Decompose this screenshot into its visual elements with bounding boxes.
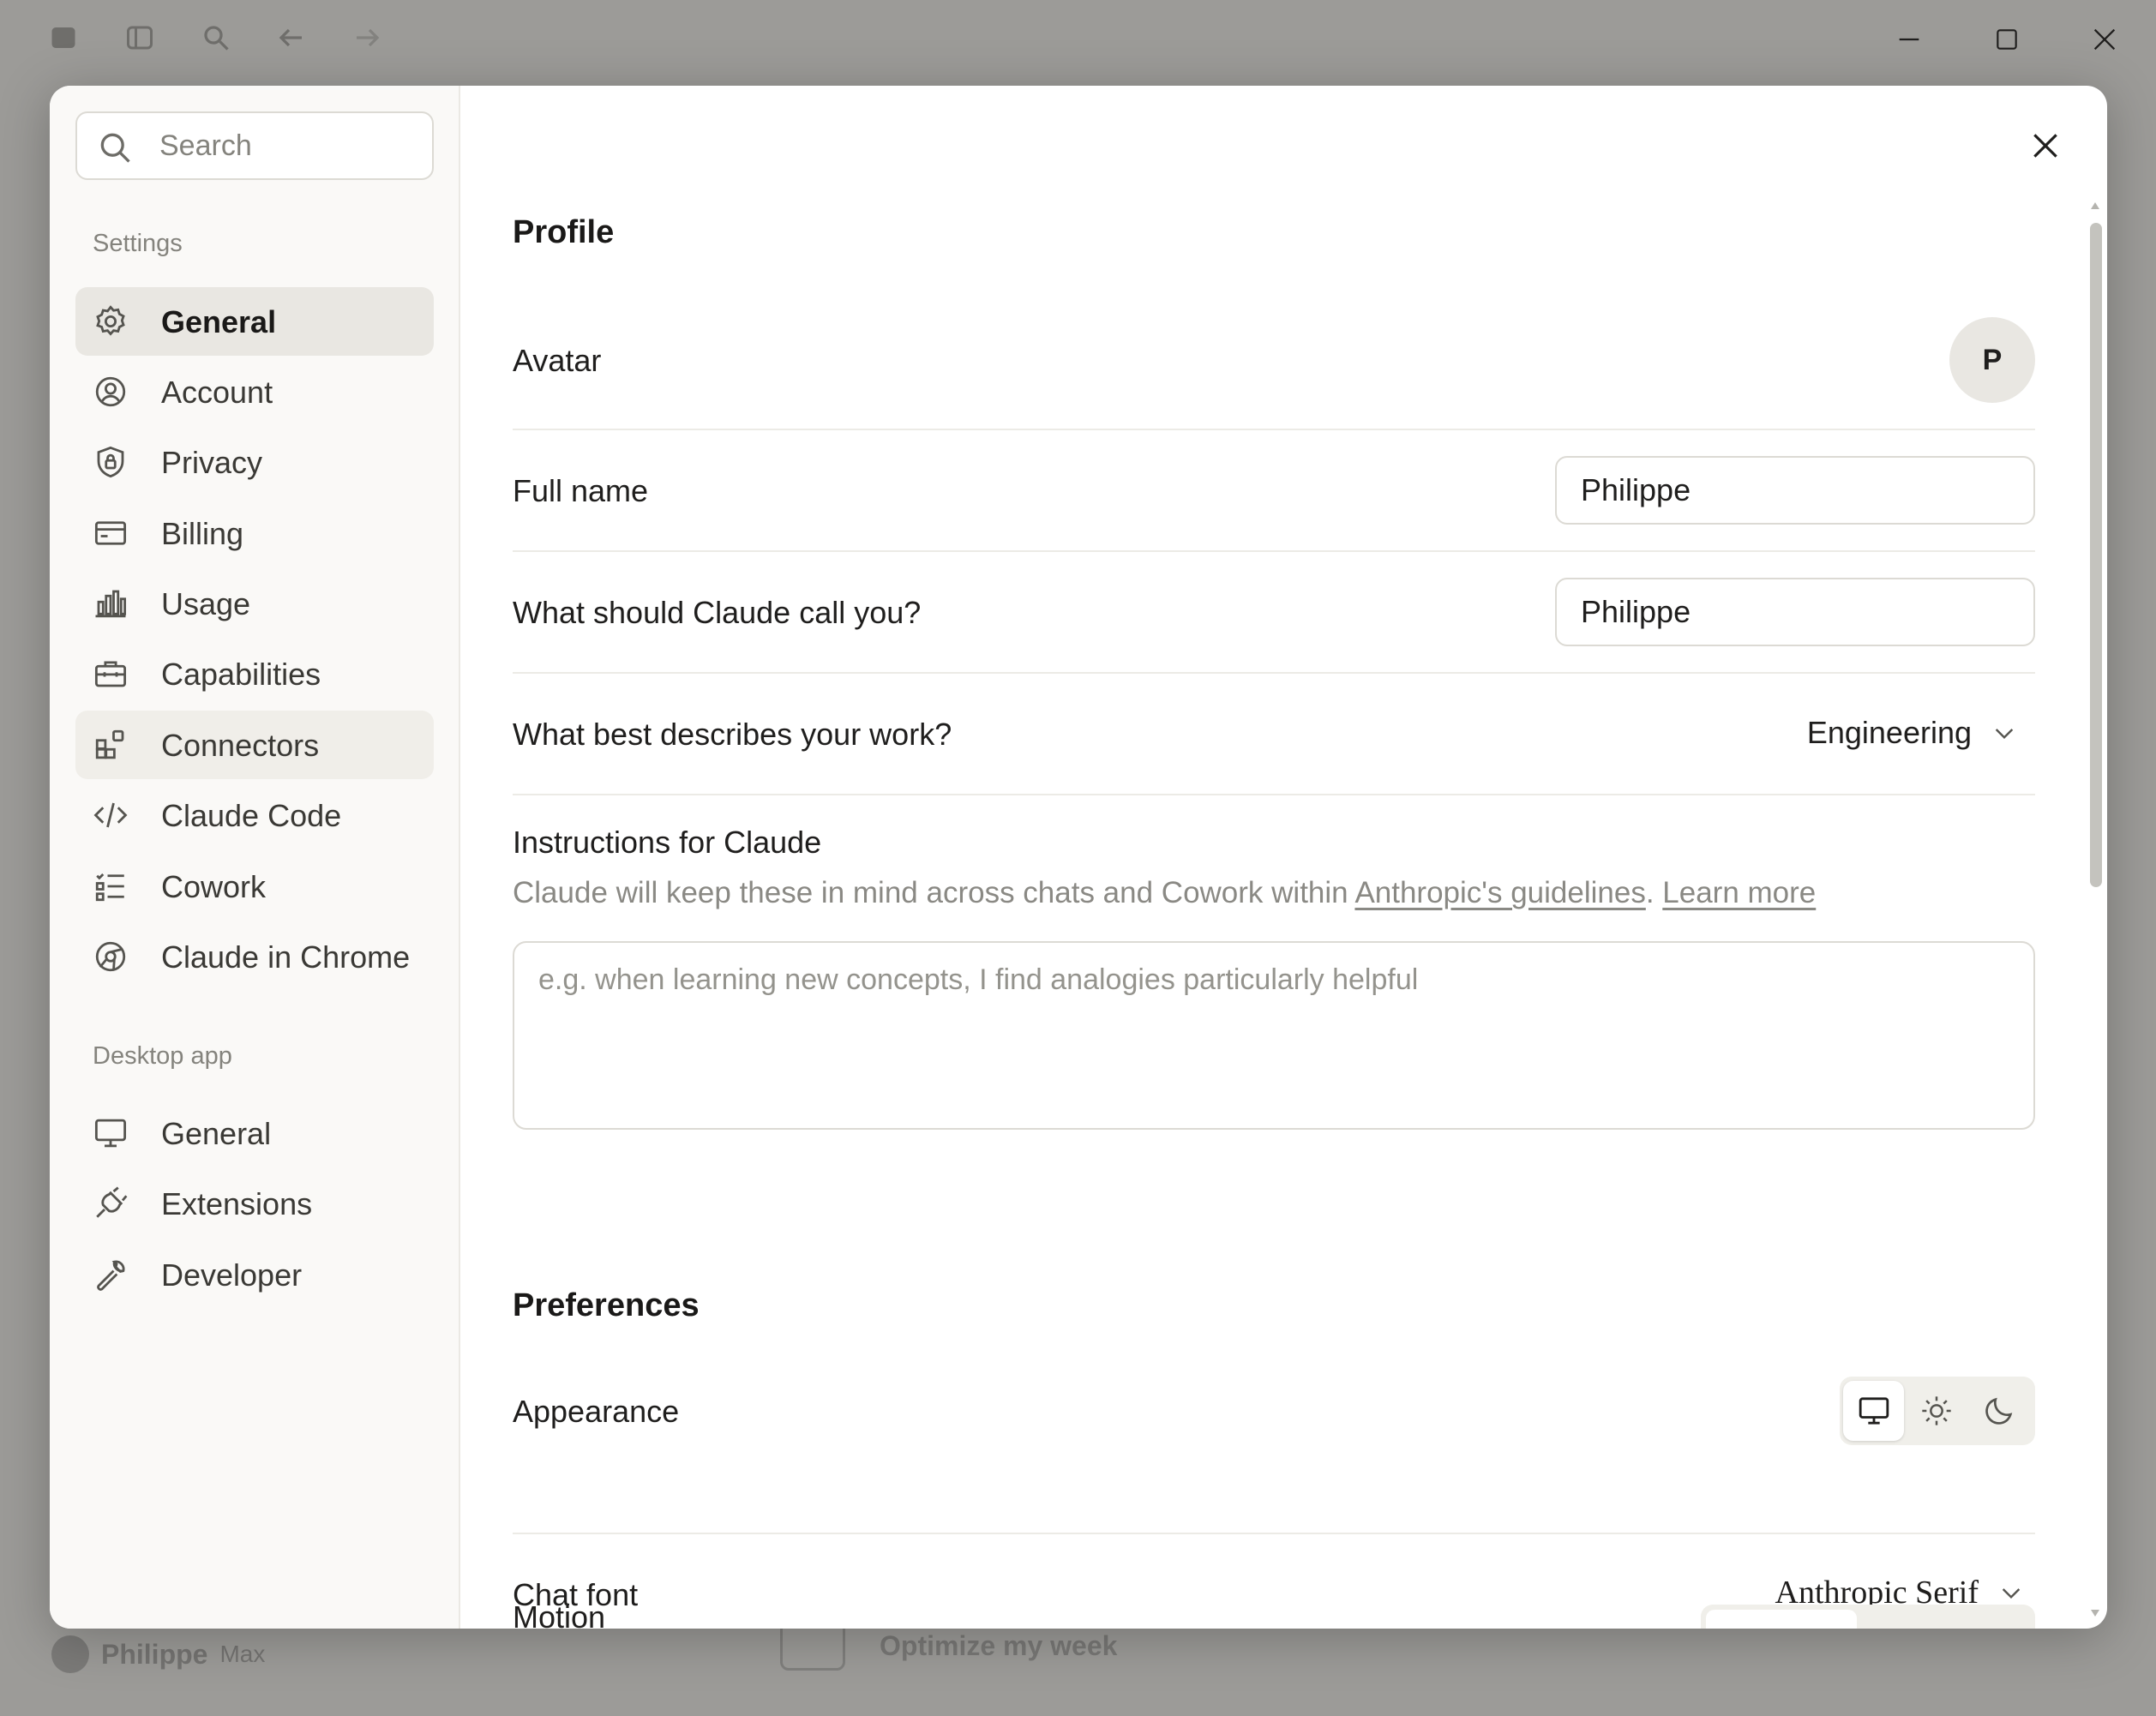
full-name-label: Full name [513,473,649,508]
sidebar-item-label: General [161,1116,272,1151]
appearance-label: Appearance [513,1394,680,1429]
sidebar-item-usage[interactable]: Usage [75,569,434,638]
instructions-desc-text: Claude will keep these in mind across ch… [513,876,1355,909]
desktop-app-section-label: Desktop app [93,1042,232,1070]
scroll-up-arrow-icon[interactable] [2090,201,2100,211]
profile-heading: Profile [513,214,615,250]
work-select-value: Engineering [1806,715,1972,750]
system-monitor-icon [1859,1397,1889,1425]
appearance-dark-option[interactable] [1969,1381,2030,1441]
sidebar-item-connectors[interactable]: Connectors [75,711,434,779]
guidelines-link[interactable]: Anthropic's guidelines [1354,876,1645,909]
call-you-label: What should Claude call you? [513,595,922,630]
checklist-icon [93,868,129,904]
motion-selected-option[interactable] [1706,1610,1857,1629]
desc-separator: . [1645,876,1663,909]
full-name-row: Full name [513,430,2035,552]
call-you-row: What should Claude call you? [513,552,2035,674]
maximize-button[interactable] [1981,19,2033,60]
modal-close-button[interactable] [2021,122,2069,170]
close-icon [2033,134,2057,158]
sidebar-item-label: Connectors [161,728,320,763]
avatar-label: Avatar [513,343,602,378]
sidebar-item-label: Billing [161,516,244,551]
minimize-button[interactable] [1883,19,1935,60]
appearance-toggle-group [1840,1377,2035,1445]
settings-modal: Settings General Account Privacy Billing [50,86,2107,1629]
sidebar-item-label: Developer [161,1257,303,1293]
sidebar-item-label: General [161,304,277,339]
sidebar-item-account[interactable]: Account [75,357,434,426]
shield-lock-icon [93,444,129,480]
sidebar-item-label: Claude Code [161,798,342,833]
call-you-field[interactable] [1555,578,2035,646]
sidebar-item-capabilities[interactable]: Capabilities [75,639,434,708]
gear-icon [93,303,129,339]
monitor-icon [93,1115,129,1151]
sidebar-item-privacy[interactable]: Privacy [75,428,434,496]
user-circle-icon [93,374,129,410]
window-close-button[interactable] [2079,19,2130,60]
bar-chart-icon [93,585,129,621]
appearance-system-option[interactable] [1843,1381,1905,1441]
chevron-down-icon [2002,1588,2021,1599]
scrollbar-thumb[interactable] [2090,223,2102,887]
sidebar-item-developer[interactable]: Developer [75,1240,434,1309]
sidebar-item-label: Extensions [161,1186,313,1221]
sidebar-item-label: Privacy [161,445,263,480]
sidebar-item-general[interactable]: General [75,287,434,356]
sidebar-item-label: Account [161,375,273,410]
briefcase-icon [93,656,129,692]
sidebar-item-desktop-general[interactable]: General [75,1099,434,1167]
sidebar-item-claude-in-chrome[interactable]: Claude in Chrome [75,922,434,991]
avatar-initial: P [1982,343,2003,376]
scroll-down-arrow-icon[interactable] [2090,1608,2100,1618]
instructions-description: Claude will keep these in mind across ch… [513,876,1816,910]
credit-card-icon [93,515,129,551]
search-box[interactable] [75,111,434,180]
code-icon [93,797,129,833]
sidebar-item-label: Usage [161,586,251,621]
learn-more-link[interactable]: Learn more [1662,876,1816,909]
chevron-down-icon [1995,729,2014,740]
full-name-field[interactable] [1555,456,2035,525]
settings-content: Profile Avatar P Full name What should C… [461,86,2107,1629]
settings-sidebar: Settings General Account Privacy Billing [50,86,460,1629]
wrench-icon [93,1257,129,1293]
instructions-label: Instructions for Claude [513,825,822,860]
globe-icon [93,939,129,975]
sun-icon [1922,1396,1951,1425]
appearance-row: Appearance [513,1377,2035,1534]
sidebar-item-claude-code[interactable]: Claude Code [75,781,434,849]
sidebar-item-label: Claude in Chrome [161,939,411,975]
motion-toggle-group[interactable] [1701,1605,2035,1629]
sidebar-item-billing[interactable]: Billing [75,499,434,567]
motion-label: Motion [513,1599,606,1629]
sidebar-item-cowork[interactable]: Cowork [75,852,434,921]
preferences-heading: Preferences [513,1287,700,1323]
search-icon [96,129,134,166]
avatar[interactable]: P [1949,317,2035,403]
sidebar-item-label: Capabilities [161,657,321,692]
work-select[interactable]: Engineering [1807,715,2018,751]
avatar-row: Avatar P [513,317,2035,430]
settings-section-label: Settings [93,230,183,257]
grid-plus-icon [93,727,129,763]
instructions-textarea[interactable] [513,941,2035,1130]
appearance-light-option[interactable] [1906,1381,1967,1441]
moon-icon [1985,1397,2013,1425]
work-label: What best describes your work? [513,717,952,752]
search-input[interactable] [159,122,417,170]
work-row: What best describes your work? Engineeri… [513,674,2035,795]
sidebar-item-label: Cowork [161,869,267,904]
plug-icon [93,1185,129,1221]
sidebar-item-extensions[interactable]: Extensions [75,1169,434,1238]
